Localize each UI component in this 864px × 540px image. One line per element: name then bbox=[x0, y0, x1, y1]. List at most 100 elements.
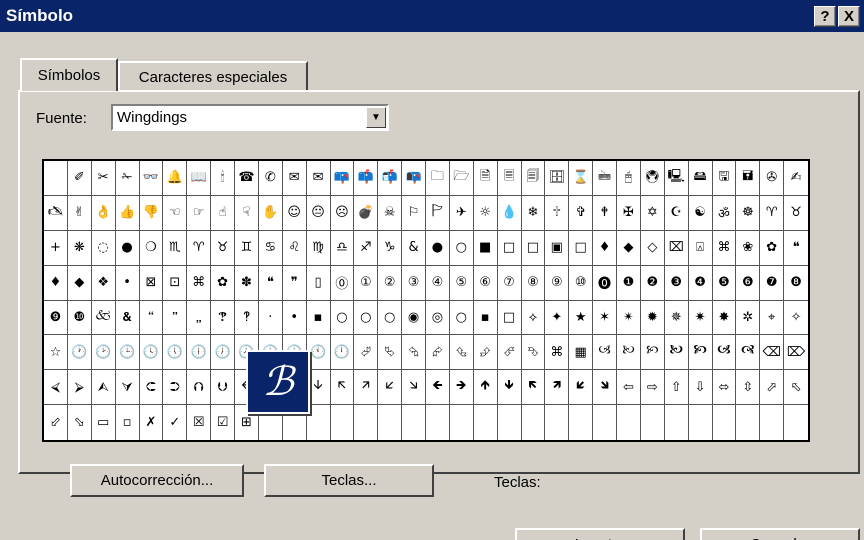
symbol-cell[interactable]: ◉ bbox=[402, 300, 426, 336]
symbol-cell[interactable]: ☆ bbox=[44, 335, 68, 371]
symbol-cell[interactable]: ❾ bbox=[44, 300, 68, 336]
symbol-cell[interactable]: ❋ bbox=[67, 230, 92, 266]
symbol-cell[interactable]: ♑ bbox=[378, 230, 403, 266]
symbol-cell[interactable]: ✁ bbox=[115, 161, 140, 196]
symbol-cell[interactable]: 🖲 bbox=[640, 161, 665, 196]
symbol-cell[interactable]: ⓿ bbox=[593, 265, 617, 301]
symbol-cell[interactable]: ⌘ bbox=[545, 335, 570, 371]
symbol-cell[interactable]: ✶ bbox=[593, 300, 617, 336]
symbol-cell[interactable]: ❼ bbox=[760, 265, 785, 301]
symbol-cell[interactable]: 🙦 bbox=[712, 335, 737, 371]
symbol-cell[interactable]: 🕈 bbox=[593, 195, 617, 231]
symbol-cell[interactable]: ❿ bbox=[67, 300, 92, 336]
symbol-cell[interactable]: ☹ bbox=[330, 195, 355, 231]
symbol-cell[interactable]: ◎ bbox=[426, 300, 450, 336]
symbol-cell[interactable] bbox=[44, 161, 68, 196]
symbol-cell[interactable]: 🡻 bbox=[497, 370, 522, 406]
symbol-cell[interactable]: ✆ bbox=[258, 161, 283, 196]
symbol-cell[interactable]: ○ bbox=[449, 230, 474, 266]
close-button[interactable]: X bbox=[838, 6, 860, 27]
symbol-cell[interactable]: ⌘ bbox=[187, 265, 212, 301]
symbol-cell[interactable]: ⑤ bbox=[449, 265, 474, 301]
symbol-cell[interactable] bbox=[522, 405, 546, 440]
symbol-cell[interactable] bbox=[617, 405, 641, 440]
symbol-cell[interactable] bbox=[760, 405, 785, 440]
symbol-cell[interactable]: ⬂ bbox=[68, 405, 92, 440]
symbol-cell[interactable]: ♈ bbox=[760, 195, 785, 231]
symbol-cell[interactable]: ⮰ bbox=[354, 335, 379, 371]
symbol-cell[interactable]: 🡽 bbox=[545, 370, 570, 406]
symbol-cell[interactable]: 🙢 bbox=[593, 335, 617, 371]
symbol-cell[interactable]: ⮵ bbox=[473, 335, 498, 371]
symbol-cell[interactable]: 📫 bbox=[354, 161, 379, 196]
symbol-cell[interactable]: □ bbox=[497, 300, 522, 336]
symbol-cell[interactable] bbox=[736, 405, 761, 440]
symbol-cell[interactable]: ✹ bbox=[640, 300, 665, 336]
cancelar-button[interactable]: Cancelar bbox=[700, 528, 860, 540]
symbol-cell[interactable]: ✲ bbox=[736, 300, 761, 336]
symbol-cell[interactable]: ⌛ bbox=[569, 161, 594, 196]
symbol-cell[interactable]: ▭ bbox=[92, 405, 116, 440]
tab-simbolos[interactable]: Símbolos bbox=[20, 58, 118, 91]
symbol-cell[interactable]: 🡺 bbox=[449, 370, 474, 406]
symbol-cell[interactable]: ❻ bbox=[736, 265, 761, 301]
symbol-cell[interactable] bbox=[569, 405, 594, 440]
symbol-cell[interactable]: ♦ bbox=[593, 230, 617, 266]
symbol-cell[interactable]: 💧 bbox=[497, 195, 522, 231]
symbol-cell[interactable]: 🗄 bbox=[545, 161, 570, 196]
autocorreccion-button[interactable]: Autocorrección... bbox=[70, 464, 244, 497]
symbol-cell[interactable]: 🙤 bbox=[664, 335, 689, 371]
symbol-cell[interactable]: ♊ bbox=[235, 230, 259, 266]
symbol-cell[interactable]: ✷ bbox=[688, 300, 713, 336]
symbol-cell[interactable]: 🕯 bbox=[211, 161, 235, 196]
symbol-cell[interactable]: ⇦ bbox=[617, 370, 641, 406]
help-button[interactable]: ? bbox=[814, 6, 836, 27]
tab-caracteres-especiales[interactable]: Caracteres especiales bbox=[118, 61, 308, 91]
symbol-cell[interactable]: ● bbox=[426, 230, 450, 266]
symbol-cell[interactable]: ☜ bbox=[163, 195, 188, 231]
symbol-cell[interactable] bbox=[474, 405, 498, 440]
symbol-cell[interactable]: ☼ bbox=[473, 195, 498, 231]
symbol-cell[interactable]: 🡯 bbox=[378, 370, 403, 406]
symbol-cell[interactable]: ★ bbox=[569, 300, 594, 336]
symbol-cell[interactable]: ③ bbox=[402, 265, 426, 301]
symbol-cell[interactable]: ✗ bbox=[140, 405, 164, 440]
symbol-cell[interactable]: ⮱ bbox=[378, 335, 403, 371]
symbol-cell[interactable]: ⌧ bbox=[664, 230, 689, 266]
symbol-cell[interactable]: ▦ bbox=[569, 335, 594, 371]
symbol-cell[interactable]: ♈ bbox=[187, 230, 212, 266]
symbol-cell[interactable]: 💣 bbox=[354, 195, 379, 231]
symbol-cell[interactable]: 🖰 bbox=[617, 161, 641, 196]
symbol-cell[interactable]: ⚐ bbox=[402, 195, 426, 231]
symbol-cell[interactable]: ◇ bbox=[640, 230, 665, 266]
symbol-cell[interactable]: 🖳 bbox=[664, 161, 689, 196]
symbol-cell[interactable]: ⮈ bbox=[139, 370, 164, 406]
symbol-cell[interactable]: ✉ bbox=[306, 161, 331, 196]
symbol-cell[interactable]: ❖ bbox=[91, 265, 116, 301]
symbol-cell[interactable] bbox=[378, 405, 403, 440]
symbol-cell[interactable]: 📬 bbox=[378, 161, 403, 196]
symbol-cell[interactable]: ● bbox=[115, 230, 140, 266]
symbol-cell[interactable]: 🏱 bbox=[426, 195, 450, 231]
symbol-cell[interactable]: 🗐 bbox=[521, 161, 546, 196]
symbol-cell[interactable]: 📭 bbox=[402, 161, 426, 196]
symbol-cell[interactable]: 🕆 bbox=[545, 195, 570, 231]
symbol-cell[interactable]: 👓 bbox=[139, 161, 164, 196]
symbol-cell[interactable]: ▯ bbox=[306, 265, 331, 301]
symbol-cell[interactable]: ☞ bbox=[187, 195, 212, 231]
symbol-cell[interactable]: ♐ bbox=[354, 230, 379, 266]
symbol-cell[interactable]: 🕓 bbox=[139, 335, 164, 371]
symbol-cell[interactable]: ⬀ bbox=[760, 370, 785, 406]
symbol-cell[interactable]: ☯ bbox=[688, 195, 713, 231]
symbol-cell[interactable]: ⮉ bbox=[187, 370, 212, 406]
symbol-cell[interactable]: ▣ bbox=[545, 230, 570, 266]
symbol-cell[interactable]: ✓ bbox=[163, 405, 188, 440]
symbol-cell[interactable]: ✵ bbox=[664, 300, 689, 336]
symbol-cell[interactable]: ○ bbox=[449, 300, 474, 336]
symbol-cell[interactable]: 👌 bbox=[91, 195, 116, 231]
symbol-cell[interactable]: ☝ bbox=[211, 195, 235, 231]
symbol-cell[interactable]: ⮛ bbox=[115, 370, 140, 406]
symbol-cell[interactable]: ⑨ bbox=[545, 265, 570, 301]
symbol-cell[interactable]: ⬁ bbox=[784, 370, 808, 406]
symbol-cell[interactable]: ♏ bbox=[163, 230, 188, 266]
